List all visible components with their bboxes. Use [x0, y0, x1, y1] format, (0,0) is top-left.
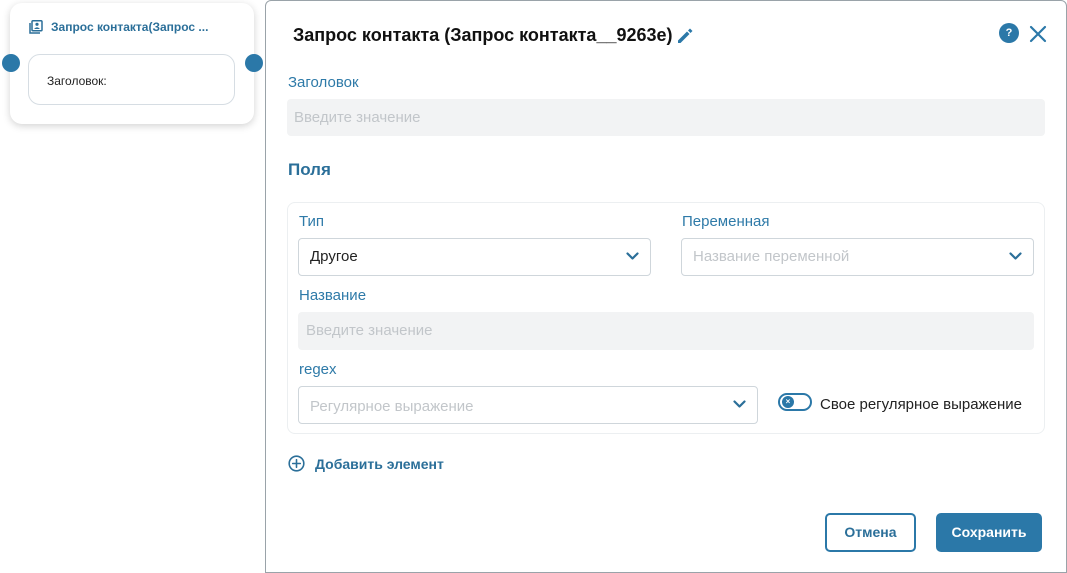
modal-title: Запрос контакта (Запрос контакта__9263e) — [293, 25, 673, 45]
variable-select[interactable]: Название переменной — [681, 238, 1034, 276]
name-label: Название — [299, 287, 367, 304]
regex-label: regex — [299, 361, 337, 378]
type-select-value: Другое — [310, 248, 358, 265]
contact-card-icon — [29, 20, 43, 34]
edit-node-modal: Запрос контакта (Запрос контакта__9263e)… — [265, 0, 1067, 573]
toggle-off-icon: × — [782, 396, 794, 408]
save-button[interactable]: Сохранить — [936, 513, 1042, 552]
chevron-down-icon — [1009, 252, 1022, 260]
name-input[interactable]: Введите значение — [298, 312, 1034, 350]
add-element-button[interactable]: Добавить элемент — [288, 455, 444, 472]
pencil-icon[interactable] — [675, 26, 695, 46]
custom-regex-label: Свое регулярное выражение — [820, 396, 1022, 413]
chevron-down-icon — [733, 400, 746, 408]
heading-label: Заголовок — [288, 74, 359, 91]
type-select[interactable]: Другое — [298, 238, 651, 276]
node-title: Запрос контакта(Запрос ... — [51, 20, 209, 34]
node-field-label: Заголовок: — [47, 74, 107, 88]
add-element-label: Добавить элемент — [315, 455, 444, 472]
flow-node-card[interactable]: Запрос контакта(Запрос ... Заголовок: — [10, 3, 254, 124]
variable-label: Переменная — [682, 213, 770, 230]
help-icon[interactable]: ? — [999, 23, 1019, 43]
close-icon[interactable] — [1028, 24, 1048, 44]
node-input-handle[interactable] — [2, 54, 20, 72]
node-output-handle[interactable] — [245, 54, 263, 72]
chevron-down-icon — [626, 252, 639, 260]
node-header: Запрос контакта(Запрос ... — [29, 20, 208, 34]
regex-select[interactable]: Регулярное выражение — [298, 386, 758, 424]
regex-select-placeholder: Регулярное выражение — [310, 398, 474, 415]
variable-select-placeholder: Название переменной — [693, 248, 850, 265]
node-field-box: Заголовок: — [28, 54, 235, 105]
fields-section-title: Поля — [288, 160, 331, 179]
heading-input[interactable]: Введите значение — [287, 99, 1045, 136]
custom-regex-toggle[interactable]: × — [778, 393, 812, 411]
plus-circle-icon — [288, 455, 305, 472]
type-label: Тип — [299, 213, 325, 230]
cancel-button[interactable]: Отмена — [825, 513, 916, 552]
